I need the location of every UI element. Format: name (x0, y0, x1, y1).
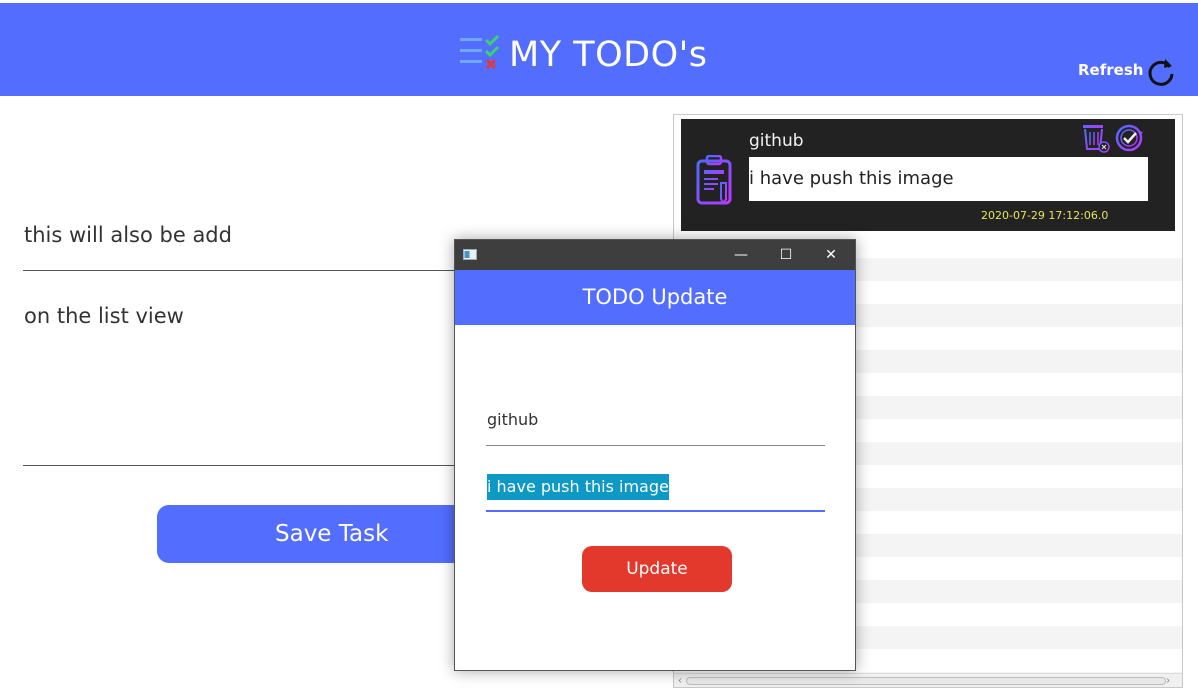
dialog-description-input[interactable]: i have push this image (487, 474, 669, 500)
checklist-icon (460, 35, 500, 70)
item-description: i have push this image (749, 157, 1148, 201)
clipboard-icon (696, 155, 732, 205)
app-header: MY TODO's Refresh (0, 3, 1198, 96)
app-title: MY TODO's (509, 35, 708, 75)
dialog-title: TODO Update (582, 285, 728, 309)
horizontal-scrollbar[interactable]: ‹ › (674, 673, 1182, 687)
title-underline (23, 270, 463, 271)
update-dialog: — ☐ ✕ TODO Update github i have push thi… (454, 239, 856, 671)
item-date: 2020-07-29 17:12:06.0 (981, 209, 1109, 222)
dialog-titlebar[interactable]: — ☐ ✕ (455, 240, 855, 270)
refresh-label[interactable]: Refresh (1078, 61, 1143, 79)
maximize-button[interactable]: ☐ (764, 240, 808, 270)
dialog-description-underline (486, 510, 825, 512)
list-item[interactable]: github i have push this image 2020-07-29… (681, 119, 1175, 231)
scroll-right-icon[interactable]: › (1162, 674, 1174, 687)
refresh-icon[interactable] (1145, 56, 1177, 88)
minimize-button[interactable]: — (719, 240, 763, 270)
task-description-input[interactable]: on the list view (24, 304, 184, 328)
save-task-button[interactable]: Save Task (157, 505, 477, 563)
update-button[interactable]: Update (582, 546, 732, 592)
task-title-input[interactable]: this will also be add (24, 223, 232, 247)
scroll-left-icon[interactable]: ‹ (674, 674, 686, 687)
item-title: github (749, 131, 804, 151)
scroll-thumb[interactable] (686, 677, 1166, 685)
close-button[interactable]: ✕ (809, 240, 853, 270)
complete-icon[interactable] (1115, 123, 1145, 153)
dialog-header: TODO Update (455, 270, 855, 325)
delete-icon[interactable] (1081, 123, 1111, 153)
dialog-title-input[interactable]: github (487, 410, 538, 429)
description-underline (23, 465, 463, 466)
dialog-title-underline (486, 445, 825, 446)
window-icon (463, 249, 477, 260)
